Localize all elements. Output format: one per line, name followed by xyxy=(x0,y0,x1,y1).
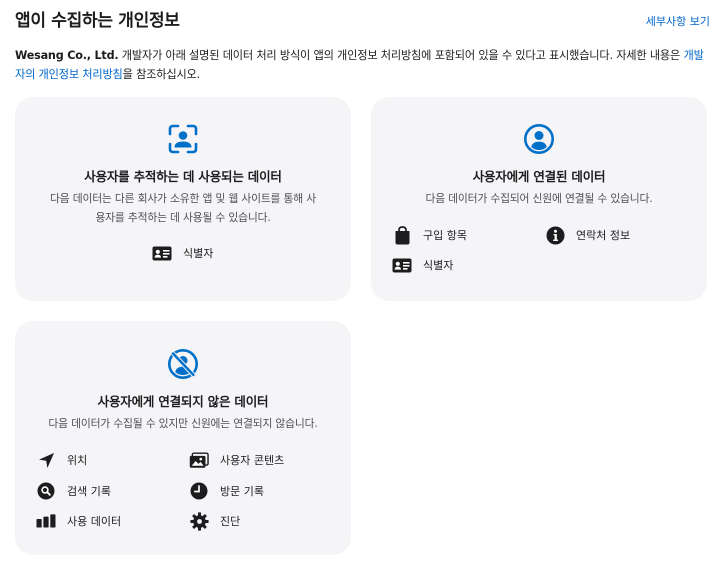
description-text: 개발자가 아래 설명된 데이터 처리 방식이 앱의 개인정보 처리방침에 포함되… xyxy=(118,49,684,62)
person-slash-icon xyxy=(167,348,199,380)
data-item-location: 위치 xyxy=(36,450,87,470)
data-item-diagnostics: 진단 xyxy=(189,511,240,531)
data-item-label: 진단 xyxy=(220,515,241,528)
data-item-label: 식별자 xyxy=(183,247,214,260)
data-item-label: 위치 xyxy=(67,454,88,467)
data-item-user-content: 사용자 콘텐츠 xyxy=(189,450,284,470)
card-title: 사용자에게 연결되지 않은 데이터 xyxy=(97,394,269,409)
person-circle-icon xyxy=(523,123,555,155)
data-item-identifiers: 식별자 xyxy=(152,243,213,263)
search-icon xyxy=(36,481,56,501)
page-title: 앱이 수집하는 개인정보 xyxy=(15,11,180,31)
privacy-header: 앱이 수집하는 개인정보 세부사항 보기 xyxy=(15,6,710,36)
card-description: 다음 데이터는 다른 회사가 소유한 앱 및 웹 사이트를 통해 사용자를 추적… xyxy=(50,192,316,224)
data-item-label: 식별자 xyxy=(423,259,454,272)
card-title: 사용자를 추적하는 데 사용되는 데이터 xyxy=(84,169,282,184)
card-title: 사용자에게 연결된 데이터 xyxy=(472,169,606,184)
data-item-label: 구입 항목 xyxy=(423,229,467,242)
card-data-linked-to-you: 사용자에게 연결된 데이터 다음 데이터가 수집되어 신원에 연결될 수 있습니… xyxy=(371,97,707,301)
data-item-label: 사용 데이터 xyxy=(67,515,122,528)
card-data-used-to-track: 사용자를 추적하는 데 사용되는 데이터 다음 데이터는 다른 회사가 소유한 … xyxy=(15,97,351,301)
developer-name: Wesang Co., Ltd. xyxy=(15,49,119,62)
data-item-label: 사용자 콘텐츠 xyxy=(220,454,285,467)
privacy-description: Wesang Co., Ltd. 개발자가 아래 설명된 데이터 처리 방식이 … xyxy=(15,46,705,84)
card-description: 다음 데이터가 수집되어 신원에 연결될 수 있습니다. xyxy=(425,192,653,205)
data-item-browsing-history: 방문 기록 xyxy=(189,481,264,501)
id-card-icon xyxy=(152,243,172,263)
data-item-label: 연락처 정보 xyxy=(576,229,631,242)
data-item-identifiers: 식별자 xyxy=(392,255,453,275)
card-data-not-linked-to-you: 사용자에게 연결되지 않은 데이터 다음 데이터가 수집될 수 있지만 신원에는… xyxy=(15,321,351,555)
clock-icon xyxy=(189,481,209,501)
data-item-purchases: 구입 항목 xyxy=(392,225,467,245)
gear-icon xyxy=(189,511,209,531)
id-card-icon xyxy=(392,255,412,275)
description-text-end: 을 참조하십시오. xyxy=(122,68,201,81)
data-item-contact-info: 연락처 정보 xyxy=(545,225,630,245)
location-arrow-icon xyxy=(36,450,56,470)
tracking-icon xyxy=(167,123,199,155)
photos-icon xyxy=(189,450,209,470)
data-item-usage-data: 사용 데이터 xyxy=(36,511,121,531)
see-details-link[interactable]: 세부사항 보기 xyxy=(646,13,710,29)
shopping-bag-icon xyxy=(392,225,412,245)
info-icon xyxy=(545,225,565,245)
data-item-label: 방문 기록 xyxy=(220,485,264,498)
bar-chart-icon xyxy=(36,511,56,531)
card-description: 다음 데이터가 수집될 수 있지만 신원에는 연결되지 않습니다. xyxy=(48,417,318,430)
data-item-search-history: 검색 기록 xyxy=(36,481,111,501)
data-item-label: 검색 기록 xyxy=(67,485,111,498)
